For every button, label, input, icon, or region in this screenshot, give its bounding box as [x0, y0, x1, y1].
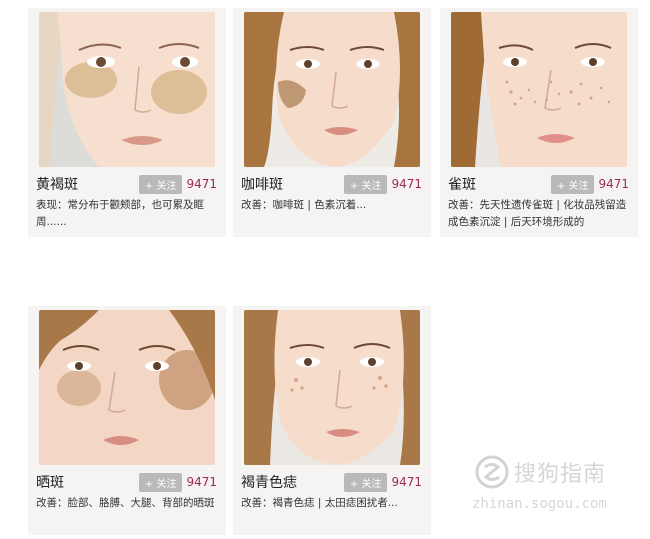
sogou-watermark: 搜狗指南 zhinan.sogou.com [468, 452, 648, 522]
face-illustration-coffee-spot[interactable] [244, 12, 420, 167]
item-description: 改善：脸部、胳膊、大腿、背部的晒斑 [36, 497, 215, 509]
product-card[interactable]: 褐青色痣 + 关注 9471 改善：褐青色痣 | 太田痣困扰者... [233, 306, 431, 535]
item-name[interactable]: 雀斑 [448, 174, 551, 194]
follow-button[interactable]: + 关注 [138, 472, 183, 492]
watermark-title: 搜狗指南 [514, 462, 607, 487]
follower-count: 9471 [186, 177, 217, 191]
follower-count: 9471 [391, 475, 422, 489]
watermark-url: zhinan.sogou.com [472, 496, 607, 512]
face-illustration-nevus[interactable] [244, 310, 420, 465]
product-card[interactable]: 晒斑 + 关注 9471 改善：脸部、胳膊、大腿、背部的晒斑 [28, 306, 226, 535]
item-description: 改善：褐青色痣 | 太田痣困扰者... [241, 497, 398, 509]
item-name[interactable]: 黄褐斑 [36, 174, 139, 194]
item-description: 改善：先天性遗传雀斑 | 化妆品残留造成色素沉淀 | 后天环境形成的 [448, 199, 627, 228]
follow-button[interactable]: + 关注 [550, 174, 595, 194]
follow-button[interactable]: + 关注 [138, 174, 183, 194]
item-name[interactable]: 咖啡斑 [241, 174, 344, 194]
follower-count: 9471 [391, 177, 422, 191]
sogou-logo-icon [475, 455, 509, 489]
face-illustration-freckles[interactable] [451, 12, 627, 167]
item-name[interactable]: 褐青色痣 [241, 472, 344, 492]
face-illustration-melasma[interactable] [39, 12, 215, 167]
follow-button[interactable]: + 关注 [343, 472, 388, 492]
product-card[interactable]: 咖啡斑 + 关注 9471 改善：咖啡斑 | 色素沉着... [233, 8, 431, 237]
follow-button[interactable]: + 关注 [343, 174, 388, 194]
item-name[interactable]: 晒斑 [36, 472, 139, 492]
product-card[interactable]: 雀斑 + 关注 9471 改善：先天性遗传雀斑 | 化妆品残留造成色素沉淀 | … [440, 8, 638, 237]
item-description: 表现：常分布于颧颊部，也可累及眶周...... [36, 199, 204, 228]
follower-count: 9471 [186, 475, 217, 489]
item-description: 改善：咖啡斑 | 色素沉着... [241, 199, 367, 211]
face-illustration-sunburn-spot[interactable] [39, 310, 215, 465]
follower-count: 9471 [598, 177, 629, 191]
product-card[interactable]: 黄褐斑 + 关注 9471 表现：常分布于颧颊部，也可累及眶周...... [28, 8, 226, 237]
